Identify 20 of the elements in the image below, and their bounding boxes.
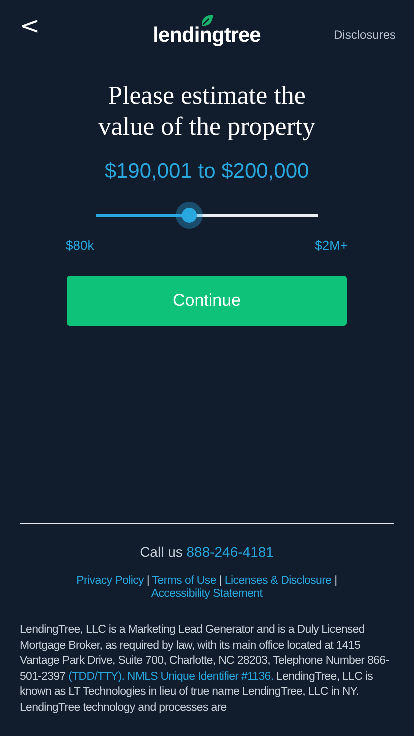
separator-text: | xyxy=(219,575,222,587)
footer-link[interactable]: Accessibility Statement xyxy=(151,588,263,600)
back-button[interactable]: < xyxy=(16,14,44,38)
phone-link[interactable]: 888-246-4181 xyxy=(186,544,274,560)
identifier-link[interactable]: (TDD/TTY). NMLS Unique Identifier #1136. xyxy=(68,670,274,683)
disclosures-link[interactable]: Disclosures xyxy=(334,28,396,42)
footer-link[interactable]: Privacy Policy xyxy=(76,575,144,587)
disclaimer-text: LendingTree, LLC is a Marketing Lead Generator and is a Duly Licensed Mortgage Broker, as required by law, with its main office located at 1415 Vantage Park Drive, Suite 700, Charlotte, NC 28203, Telephone Number 866-501-2397 (TDD/TTY). NMLS Unique Identifier #1136. LendingTree, LLC is known as LT Technologies in lieu of true name LendingTree, LLC in NY. LendingTree technology and processes are xyxy=(20,623,390,716)
question-title: Please estimate the value of the property xyxy=(97,80,317,142)
footer-link[interactable]: Licenses & Disclosure xyxy=(224,575,332,587)
leaf-icon xyxy=(200,14,214,28)
call-label: Call us xyxy=(140,544,183,560)
min-label: $80k xyxy=(66,238,94,253)
separator-text: | xyxy=(146,575,150,587)
separator-text: | xyxy=(334,575,338,587)
slider-thumb[interactable] xyxy=(176,202,203,229)
value-range: $190,001 to $200,000 xyxy=(104,160,310,184)
footer-link[interactable]: Terms of Use xyxy=(152,575,216,587)
max-label: $2M+ xyxy=(315,238,348,253)
logo-text: lendingtree xyxy=(153,24,261,48)
